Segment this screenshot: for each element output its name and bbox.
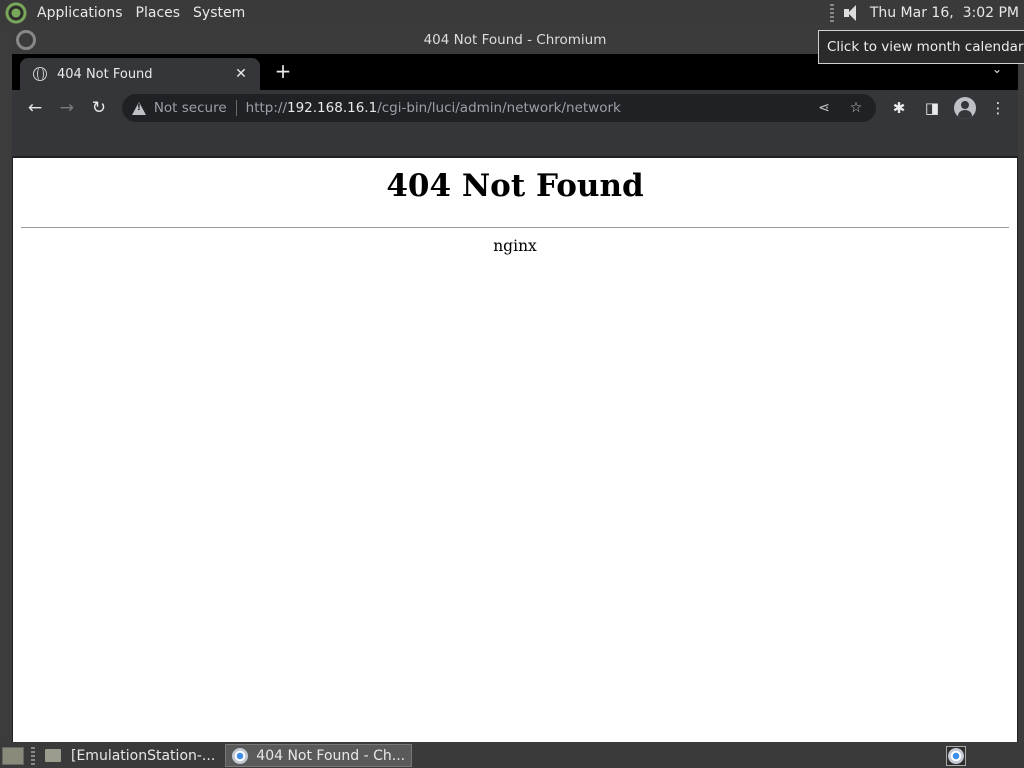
taskbar-item-chromium[interactable]: 404 Not Found - Ch... (225, 744, 413, 767)
omnibox[interactable]: Not secure http://192.168.16.1/cgi-bin/l… (121, 94, 876, 122)
back-arrow-icon[interactable]: ← (22, 95, 48, 121)
menu-places[interactable]: Places (133, 5, 184, 21)
distro-logo-icon[interactable] (5, 1, 27, 24)
window-title: 404 Not Found - Chromium (423, 32, 607, 48)
menu-system[interactable]: System (190, 5, 248, 21)
taskbar-item-label: 404 Not Found - Ch... (256, 747, 406, 764)
clock[interactable]: Thu Mar 16, 3:02 PM (870, 5, 1019, 21)
url-scheme[interactable]: http:// (246, 100, 287, 116)
forward-arrow-icon[interactable]: → (54, 95, 80, 121)
url-path[interactable]: /cgi-bin/luci/admin/network/network (377, 100, 621, 116)
show-desktop-icon[interactable] (2, 746, 24, 765)
tab-search-chevron-down-icon[interactable]: ⌄ (990, 62, 1004, 76)
menu-applications[interactable]: Applications (34, 5, 126, 21)
page-content: 404 Not Found nginx (13, 158, 1017, 742)
chromium-icon (948, 747, 964, 764)
browser-window: 404 Not Found - Chromium 404 Not Found ✕… (12, 26, 1018, 742)
globe-icon (33, 67, 47, 81)
new-tab-button[interactable]: + (272, 60, 294, 82)
bookmarks-bar (12, 126, 1018, 156)
url-host[interactable]: 192.168.16.1 (287, 100, 377, 116)
folder-icon (45, 749, 61, 762)
profile-button[interactable] (952, 95, 978, 121)
window-menu-icon[interactable] (16, 30, 36, 50)
omnibox-divider (235, 100, 237, 116)
share-icon[interactable]: ⋖ (814, 100, 834, 116)
browser-toolbar: ← → ↻ Not secure http://192.168.16.1/cgi… (12, 90, 1018, 126)
volume-icon[interactable] (842, 3, 862, 23)
panel-drag-handle[interactable] (829, 3, 834, 22)
top-panel: Applications Places System Thu Mar 16, 3… (0, 0, 1024, 25)
tab-title: 404 Not Found (57, 66, 153, 82)
avatar-icon (954, 97, 976, 119)
warning-icon[interactable] (131, 101, 146, 115)
tray-chromium-button[interactable] (946, 745, 966, 766)
server-name: nginx (493, 237, 537, 255)
bookmark-star-icon[interactable]: ☆ (846, 100, 866, 116)
security-label[interactable]: Not secure (154, 100, 227, 116)
kebab-menu-icon[interactable]: ⋮ (985, 95, 1011, 121)
taskbar-item-label: [EmulationStation-... (71, 747, 216, 764)
reload-icon[interactable]: ↻ (86, 95, 112, 121)
tab-close-icon[interactable]: ✕ (232, 66, 250, 82)
tab-404-not-found[interactable]: 404 Not Found ✕ (20, 58, 260, 90)
page-heading: 404 Not Found (386, 168, 644, 204)
toolbar-right-icons: ✱ ◨ ⋮ (886, 95, 1018, 121)
side-panel-icon[interactable]: ◨ (919, 95, 945, 121)
taskbar-item-emulationstation[interactable]: [EmulationStation-... (39, 744, 221, 767)
page-divider (21, 227, 1009, 228)
taskbar-drag-handle[interactable] (31, 746, 35, 765)
extensions-puzzle-icon[interactable]: ✱ (886, 95, 912, 121)
clock-tooltip: Click to view month calendar (818, 30, 1024, 64)
bottom-taskbar: [EmulationStation-... 404 Not Found - Ch… (0, 743, 1024, 768)
chromium-icon (232, 747, 249, 764)
